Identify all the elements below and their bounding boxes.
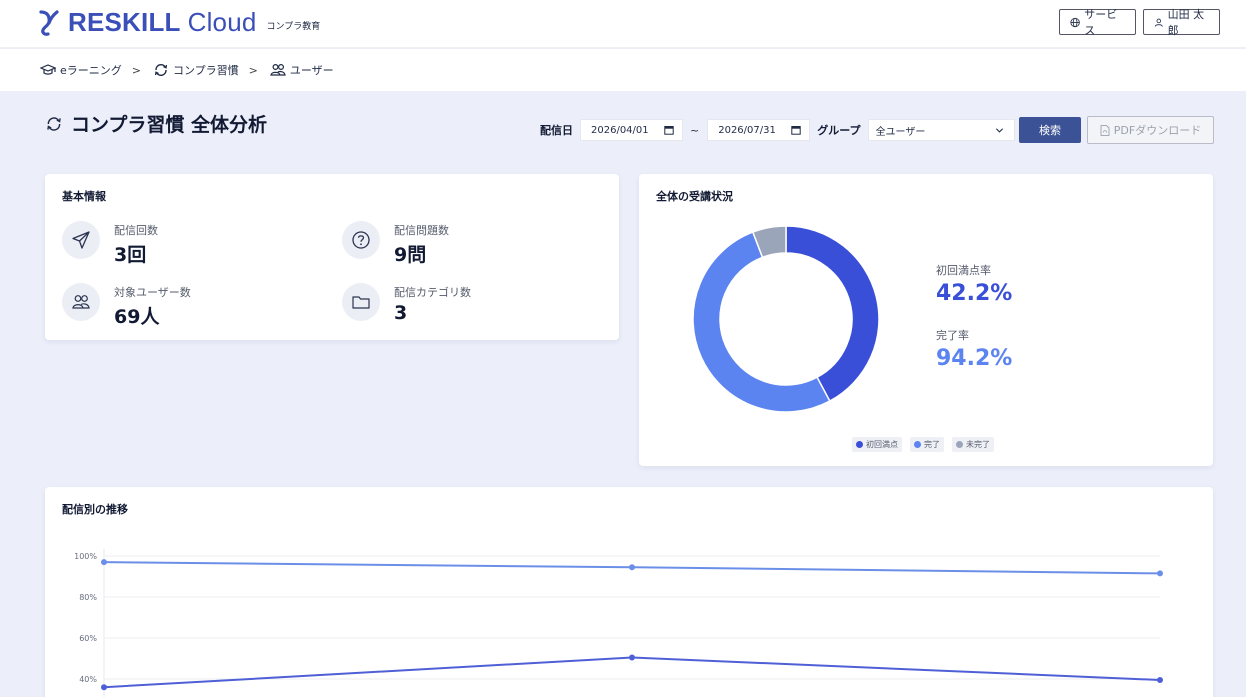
- logo-mark-icon: [39, 10, 59, 36]
- question-circle-icon: [342, 221, 380, 259]
- stat-label: 対象ユーザー数: [114, 286, 191, 299]
- stat-delivery-count: 配信回数 3回: [62, 221, 158, 267]
- data-point[interactable]: [1157, 570, 1163, 577]
- stat-question-count: 配信問題数 9問: [342, 221, 449, 267]
- group-select[interactable]: 全ユーザー: [867, 119, 1015, 141]
- date-filter: 配信日 2026/04/01 ~ 2026/07/31 グループ 全ユーザー: [540, 117, 1015, 143]
- date-to-value: 2026/07/31: [718, 124, 776, 136]
- trend-card: 配信別の推移 40% 60% 80% 100%: [45, 487, 1213, 697]
- legend-label: 初回満点: [866, 440, 898, 449]
- legend-dot: [956, 441, 963, 448]
- legend-dot: [856, 441, 863, 448]
- graduation-cap-icon: [40, 64, 56, 75]
- card-title: 全体の受講状況: [656, 190, 733, 203]
- user-name-label: 山田 太郎: [1167, 8, 1205, 37]
- breadcrumb-item-compliance[interactable]: コンプラ習慣: [153, 62, 239, 78]
- stat-category-count: 配信カテゴリ数 3: [342, 283, 471, 324]
- breadcrumb-label: eラーニング: [60, 64, 122, 77]
- data-point[interactable]: [629, 564, 635, 571]
- legend-item-incomplete[interactable]: 未完了: [952, 437, 994, 452]
- overall-status-card: 全体の受講状況 初回満点率 42.2% 完了率 94.2% 初回満点 完了 未完…: [639, 174, 1213, 466]
- breadcrumb-separator: >: [248, 63, 258, 77]
- group-filter-label: グループ: [817, 124, 861, 137]
- card-title: 基本情報: [62, 190, 106, 203]
- group-select-value: 全ユーザー: [875, 126, 926, 138]
- pdf-download-label: PDFダウンロード: [1113, 124, 1202, 137]
- date-range-separator: ~: [690, 123, 700, 137]
- stat-value: 69人: [114, 306, 160, 328]
- page-title: コンプラ習慣 全体分析: [45, 110, 267, 137]
- date-from-input[interactable]: 2026/04/01: [580, 119, 683, 141]
- basic-info-card: 基本情報 配信回数 3回 配信問題数 9問 対象ユーザー数 69人 配信カテゴリ…: [45, 174, 619, 340]
- stat-label: 配信回数: [114, 224, 158, 237]
- breadcrumb-label: ユーザー: [289, 64, 334, 77]
- completion-rate-label: 完了率: [936, 329, 969, 342]
- legend-label: 未完了: [966, 440, 990, 449]
- top-bar: RESKILL Cloud コンプラ教育 サービス 山田 太郎: [0, 0, 1246, 48]
- completion-donut-chart: [692, 225, 880, 413]
- first-pass-rate-label: 初回満点率: [936, 264, 991, 277]
- data-point[interactable]: [1157, 677, 1163, 684]
- users-icon: [62, 283, 100, 321]
- breadcrumb-item-users[interactable]: ユーザー: [270, 62, 334, 78]
- stat-user-count: 対象ユーザー数 69人: [62, 283, 191, 329]
- stat-value: 3: [394, 302, 408, 324]
- stat-label: 配信問題数: [394, 224, 449, 237]
- donut-legend: 初回満点 完了 未完了: [852, 437, 994, 452]
- page-title-text: コンプラ習慣 全体分析: [71, 114, 268, 136]
- date-filter-label: 配信日: [540, 124, 573, 137]
- legend-dot: [914, 441, 921, 448]
- legend-item-first-pass[interactable]: 初回満点: [852, 437, 902, 452]
- line-series-2: [103, 656, 1161, 689]
- y-tick-label: 60%: [79, 634, 97, 643]
- completion-rate-value: 94.2%: [936, 346, 1013, 371]
- service-button[interactable]: サービス: [1059, 8, 1136, 37]
- stat-label: 配信カテゴリ数: [394, 286, 471, 299]
- refresh-icon: [47, 116, 61, 131]
- calendar-icon[interactable]: [664, 125, 674, 135]
- globe-icon: [1070, 17, 1080, 27]
- breadcrumb-separator: >: [131, 63, 141, 77]
- pdf-file-icon: [1100, 124, 1110, 136]
- breadcrumb: eラーニング > コンプラ習慣 > ユーザー: [0, 49, 1246, 91]
- pdf-download-button[interactable]: PDFダウンロード: [1087, 116, 1214, 144]
- donut-slice-complete[interactable]: [692, 231, 831, 413]
- data-point[interactable]: [101, 684, 107, 691]
- stat-value: 3回: [114, 244, 147, 266]
- data-point[interactable]: [629, 654, 635, 661]
- donut-slice-first-pass[interactable]: [785, 225, 880, 403]
- refresh-icon: [154, 63, 168, 77]
- breadcrumb-label: コンプラ習慣: [173, 64, 239, 77]
- data-point[interactable]: [101, 559, 107, 566]
- date-to-input[interactable]: 2026/07/31: [707, 119, 811, 141]
- paper-plane-icon: [62, 221, 100, 259]
- logo[interactable]: RESKILL Cloud コンプラ教育: [38, 8, 320, 36]
- logo-light-text: Cloud: [187, 7, 257, 37]
- logo-text: RESKILL Cloud: [68, 8, 257, 36]
- user-menu-button[interactable]: 山田 太郎: [1143, 8, 1220, 37]
- logo-subtitle: コンプラ教育: [266, 22, 321, 32]
- calendar-icon[interactable]: [791, 125, 801, 135]
- service-button-label: サービス: [1084, 8, 1118, 37]
- person-icon: [1154, 18, 1163, 27]
- search-button[interactable]: 検索: [1019, 117, 1081, 143]
- chevron-down-icon: [995, 127, 1003, 133]
- folder-icon: [342, 283, 380, 321]
- y-tick-label: 40%: [79, 675, 97, 684]
- date-from-value: 2026/04/01: [591, 124, 649, 136]
- breadcrumb-item-elearning[interactable]: eラーニング: [40, 62, 122, 78]
- users-icon: [270, 63, 286, 76]
- legend-item-complete[interactable]: 完了: [910, 437, 944, 452]
- logo-main-text: RESKILL: [68, 7, 181, 37]
- y-tick-label: 80%: [79, 593, 97, 602]
- legend-label: 完了: [924, 440, 940, 449]
- stat-value: 9問: [394, 244, 427, 266]
- y-tick-label: 100%: [74, 552, 97, 561]
- trend-line-chart: 40% 60% 80% 100%: [74, 549, 1163, 697]
- first-pass-rate-value: 42.2%: [936, 281, 1013, 306]
